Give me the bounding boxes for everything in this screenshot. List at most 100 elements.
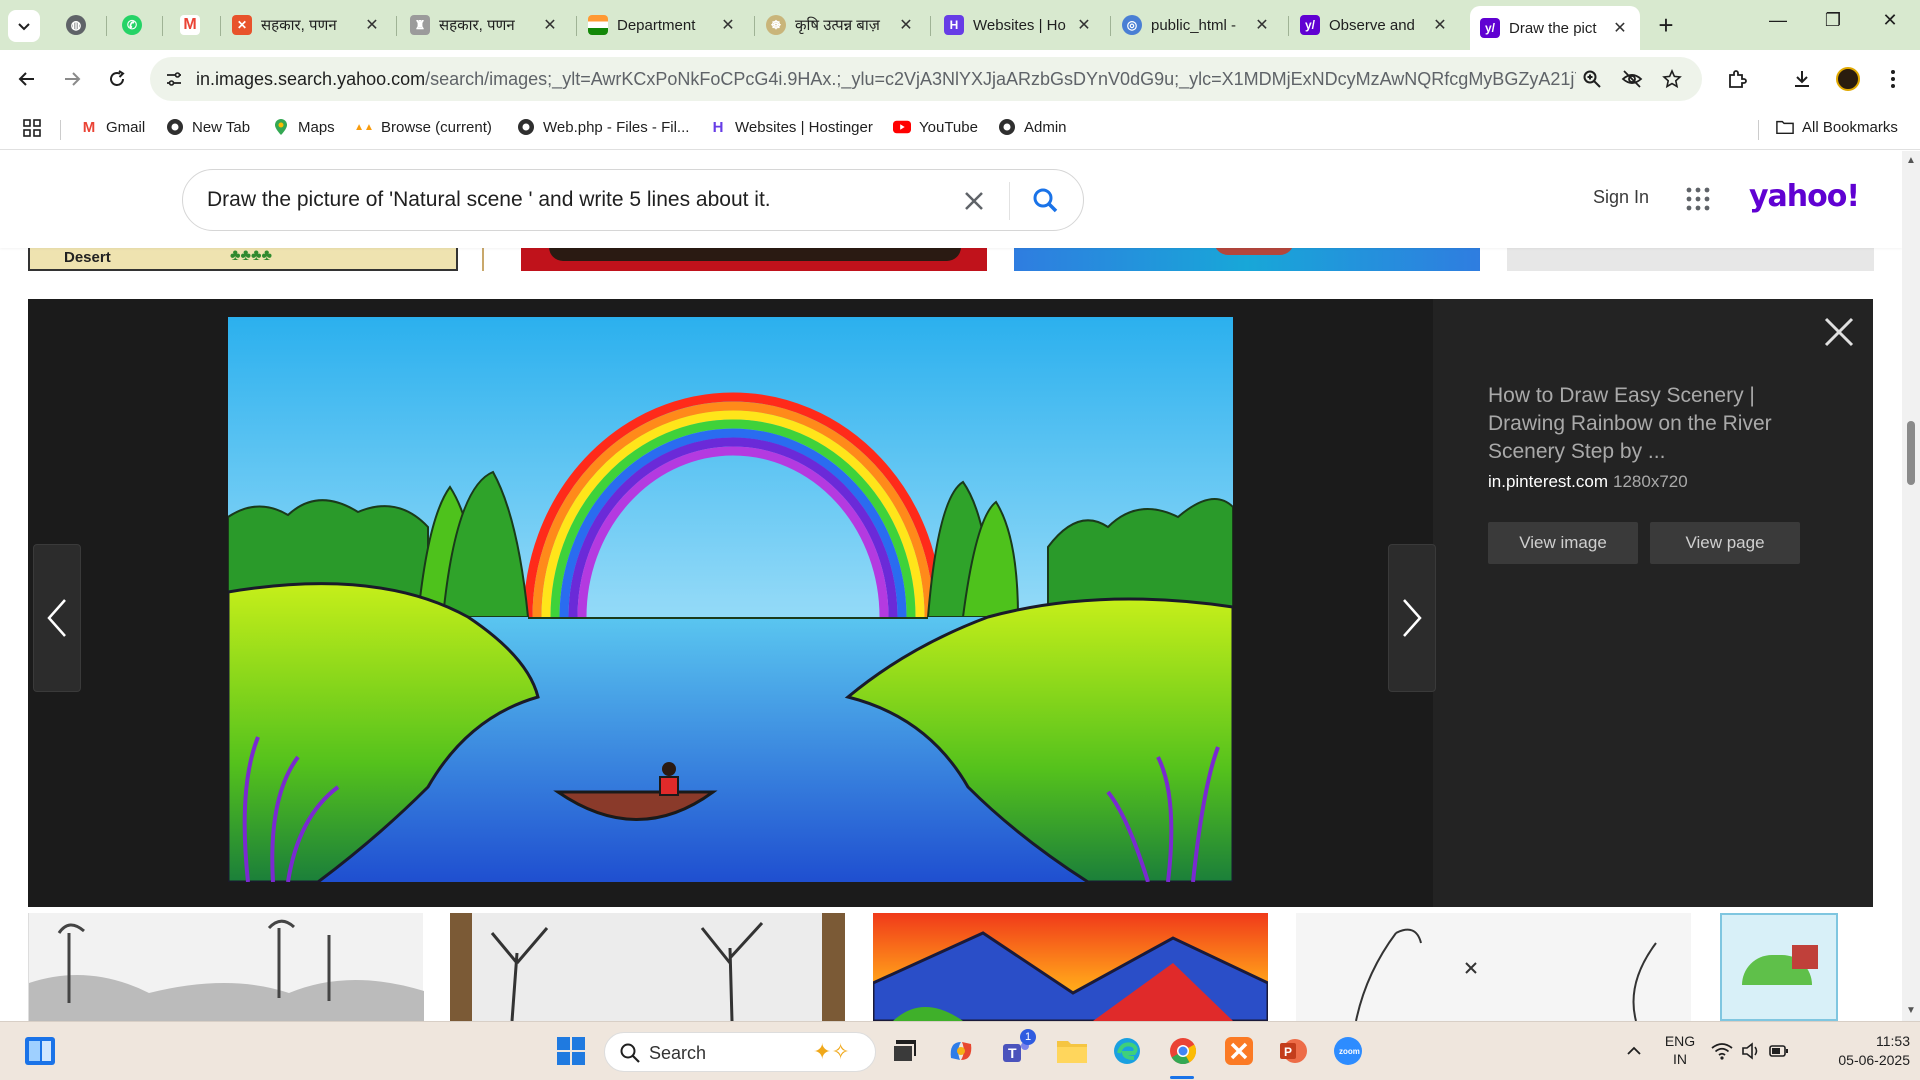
yahoo-header: Sign In yahoo! (0, 151, 1902, 248)
close-window-button[interactable]: ✕ (1870, 10, 1910, 40)
scroll-up-icon[interactable]: ▲ (1906, 155, 1916, 166)
app-icon: ✕ (232, 15, 252, 35)
apps-grid-button[interactable] (22, 118, 42, 138)
site-info-icon[interactable] (162, 67, 186, 91)
search-button[interactable] (1029, 184, 1063, 218)
reload-button[interactable] (102, 64, 132, 94)
restore-button[interactable]: ❐ (1813, 10, 1853, 40)
taskbar-app-file-explorer[interactable] (1054, 1033, 1090, 1069)
preview-source[interactable]: in.pinterest.com 1280x720 (1488, 472, 1688, 492)
downloads-button[interactable] (1787, 64, 1817, 94)
start-button[interactable] (553, 1033, 589, 1069)
bookmark-label: Websites | Hostinger (735, 118, 873, 136)
tab-strip: ◍ ✆ M ✕ सहकार, पणन ✕ ♜ सहकार, पणन ✕ Depa… (0, 0, 1920, 50)
profile-button[interactable] (1833, 64, 1863, 94)
previous-image-button[interactable] (33, 544, 81, 692)
all-bookmarks-button[interactable]: All Bookmarks (1776, 118, 1898, 136)
search-input[interactable] (207, 184, 907, 216)
tab-websites-hostinger[interactable]: H Websites | Ho ✕ (934, 6, 1104, 44)
close-tab-icon[interactable]: ✕ (1430, 15, 1450, 35)
clear-search-button[interactable] (959, 186, 989, 216)
view-page-button[interactable]: View page (1650, 522, 1800, 564)
clock[interactable]: 11:53 05-06-2025 (1810, 1032, 1910, 1070)
tab-observe[interactable]: y/ Observe and ✕ (1290, 6, 1460, 44)
view-image-button[interactable]: View image (1488, 522, 1638, 564)
image-thumbnail[interactable] (450, 913, 845, 1021)
scrollbar-thumb[interactable] (1907, 421, 1915, 485)
tab-pinned-gmail[interactable]: M (170, 6, 210, 44)
source-domain[interactable]: in.pinterest.com (1488, 472, 1608, 491)
taskbar-app-chrome[interactable] (1165, 1033, 1201, 1069)
tab-title: सहकार, पणन (261, 17, 337, 34)
scroll-down-icon[interactable]: ▼ (1906, 1005, 1916, 1016)
new-tab-button[interactable]: + (1650, 10, 1682, 41)
avatar (1836, 67, 1860, 91)
forward-button[interactable] (57, 64, 87, 94)
apps-grid-icon[interactable] (1686, 187, 1710, 211)
yahoo-logo[interactable]: yahoo! (1749, 179, 1860, 214)
bookmark-hostinger[interactable]: H Websites | Hostinger (709, 118, 873, 136)
close-tab-icon[interactable]: ✕ (362, 15, 382, 35)
bookmark-admin[interactable]: Admin (998, 118, 1067, 136)
tab-department[interactable]: Department ✕ (578, 6, 748, 44)
bookmark-new-tab[interactable]: New Tab (166, 118, 250, 136)
close-tab-icon[interactable]: ✕ (1252, 15, 1272, 35)
preview-media-area (28, 299, 1436, 907)
close-tab-icon[interactable]: ✕ (1610, 18, 1630, 38)
preview-title[interactable]: How to Draw Easy Scenery | Drawing Rainb… (1488, 382, 1818, 466)
address-bar[interactable]: in.images.search.yahoo.com/search/images… (150, 57, 1702, 101)
tab-sahkar-1[interactable]: ✕ सहकार, पणन ✕ (222, 6, 392, 44)
bookmark-gmail[interactable]: M Gmail (80, 118, 145, 136)
language-indicator[interactable]: ENG IN (1660, 1032, 1700, 1068)
bookmark-web-php[interactable]: Web.php - Files - Fil... (517, 118, 689, 136)
back-button[interactable] (12, 64, 42, 94)
yahoo-icon: y/ (1480, 18, 1500, 38)
eye-off-icon[interactable] (1620, 67, 1644, 91)
tab-title: Websites | Ho (973, 16, 1066, 34)
tab-pinned-globe[interactable]: ◍ (56, 6, 96, 44)
extensions-button[interactable] (1722, 64, 1752, 94)
close-preview-button[interactable] (1822, 315, 1856, 349)
widgets-button[interactable] (22, 1033, 58, 1069)
taskbar-app-powerpoint[interactable]: P (1275, 1033, 1311, 1069)
edge-icon (1114, 1038, 1140, 1064)
taskbar-app-zoom[interactable]: zoom (1330, 1033, 1366, 1069)
image-thumbnail[interactable] (871, 913, 1270, 1021)
taskbar-app-teams[interactable]: T 1 (998, 1029, 1036, 1069)
minimize-button[interactable]: — (1758, 10, 1798, 40)
bookmark-youtube[interactable]: YouTube (893, 118, 978, 136)
next-image-button[interactable] (1388, 544, 1436, 692)
taskbar-app-copilot[interactable] (943, 1033, 979, 1069)
taskbar-app-edge[interactable] (1109, 1033, 1145, 1069)
tab-sahkar-2[interactable]: ♜ सहकार, पणन ✕ (400, 6, 570, 44)
close-tab-icon[interactable]: ✕ (1074, 15, 1094, 35)
close-tab-icon[interactable]: ✕ (896, 15, 916, 35)
tab-public-html[interactable]: ◎ public_html - ✕ (1112, 6, 1282, 44)
tab-krishi[interactable]: ☸ कृषि उत्पन्न बाज़ ✕ (756, 6, 926, 44)
svg-text:zoom: zoom (1339, 1047, 1360, 1056)
menu-button[interactable] (1878, 64, 1908, 94)
close-icon (1824, 317, 1854, 347)
star-icon[interactable] (1660, 67, 1684, 91)
taskbar-search[interactable]: Search ✦✧ (604, 1032, 876, 1072)
close-tab-icon[interactable]: ✕ (540, 15, 560, 35)
taskbar-app-taskview[interactable] (887, 1033, 923, 1069)
sign-in-link[interactable]: Sign In (1593, 187, 1649, 208)
download-icon (1795, 71, 1809, 87)
tab-search-button[interactable] (8, 10, 40, 42)
bookmark-browse[interactable]: ▲▲ Browse (current) (354, 118, 492, 136)
taskbar-app-xampp[interactable] (1221, 1033, 1257, 1069)
page-scrollbar[interactable]: ▲ ▼ (1902, 151, 1920, 1021)
image-thumbnail[interactable] (1720, 913, 1838, 1021)
image-thumbnail[interactable] (28, 913, 424, 1021)
preview-image[interactable] (228, 317, 1233, 882)
close-tab-icon[interactable]: ✕ (718, 15, 738, 35)
tab-draw-the-picture[interactable]: y/ Draw the pict ✕ (1470, 6, 1640, 50)
bookmark-maps[interactable]: Maps (272, 118, 335, 136)
tab-pinned-whatsapp[interactable]: ✆ (112, 6, 152, 44)
system-tray-status[interactable] (1710, 1033, 1790, 1069)
zoom-icon[interactable] (1580, 67, 1604, 91)
search-box (182, 169, 1084, 231)
image-thumbnail[interactable] (1296, 913, 1691, 1021)
show-hidden-icons-button[interactable] (1616, 1033, 1652, 1069)
